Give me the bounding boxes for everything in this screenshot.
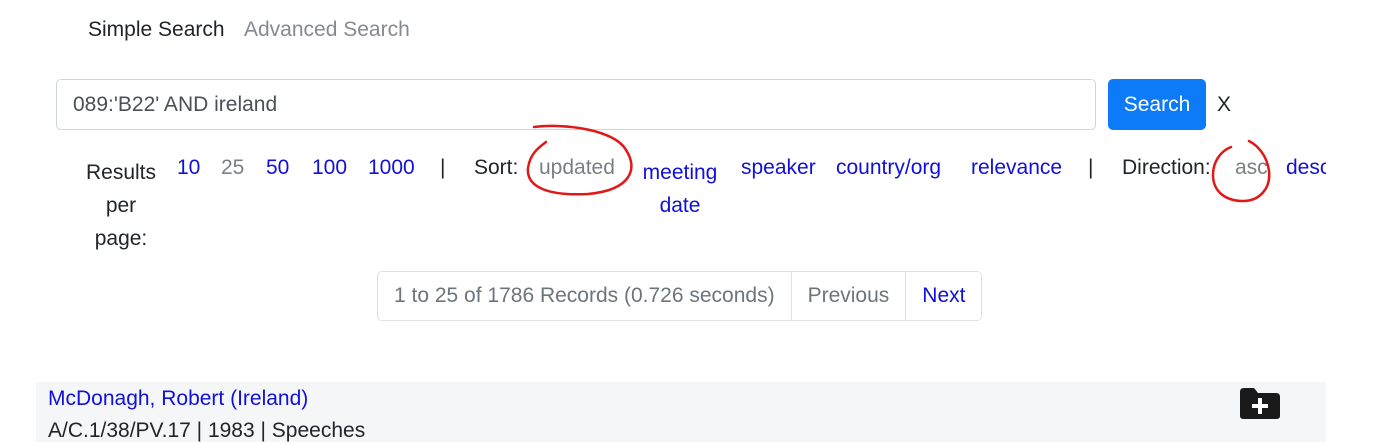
search-input[interactable] [56, 79, 1096, 130]
rpp-option-1000[interactable]: 1000 [368, 156, 415, 180]
tab-advanced-search[interactable]: Advanced Search [244, 18, 410, 42]
result-title-link[interactable]: McDonagh, Robert (Ireland) [48, 387, 308, 411]
previous-button[interactable]: Previous [792, 272, 907, 320]
direction-option-asc: asc [1235, 156, 1268, 179]
separator: | [1088, 156, 1094, 179]
sort-option-updated: updated [539, 156, 615, 179]
folder-plus-icon[interactable] [1238, 386, 1282, 420]
search-button[interactable]: Search [1108, 79, 1206, 130]
sort-option-country-org[interactable]: country/org [836, 156, 941, 180]
rpp-option-25: 25 [221, 156, 245, 179]
direction-label: Direction: [1122, 156, 1211, 179]
tab-simple-search[interactable]: Simple Search [88, 18, 225, 42]
records-info: 1 to 25 of 1786 Records (0.726 seconds) [378, 272, 792, 320]
sort-option-speaker[interactable]: speaker [741, 156, 816, 180]
clear-search-button[interactable]: X [1217, 93, 1231, 117]
rpp-option-50[interactable]: 50 [266, 156, 289, 180]
separator: | [440, 156, 446, 179]
sort-option-meeting-date[interactable]: meeting date [638, 156, 722, 222]
result-meta: A/C.1/38/PV.17 | 1983 | Speeches [48, 419, 366, 442]
rpp-option-10[interactable]: 10 [177, 156, 200, 180]
results-per-page-label: Results per page: [85, 161, 157, 250]
direction-option-desc[interactable]: desc [1286, 156, 1326, 180]
sort-option-relevance[interactable]: relevance [971, 156, 1062, 180]
pagination: 1 to 25 of 1786 Records (0.726 seconds) … [377, 271, 983, 321]
sort-label: Sort: [474, 156, 519, 179]
next-button[interactable]: Next [906, 272, 981, 320]
rpp-option-100[interactable]: 100 [312, 156, 347, 180]
